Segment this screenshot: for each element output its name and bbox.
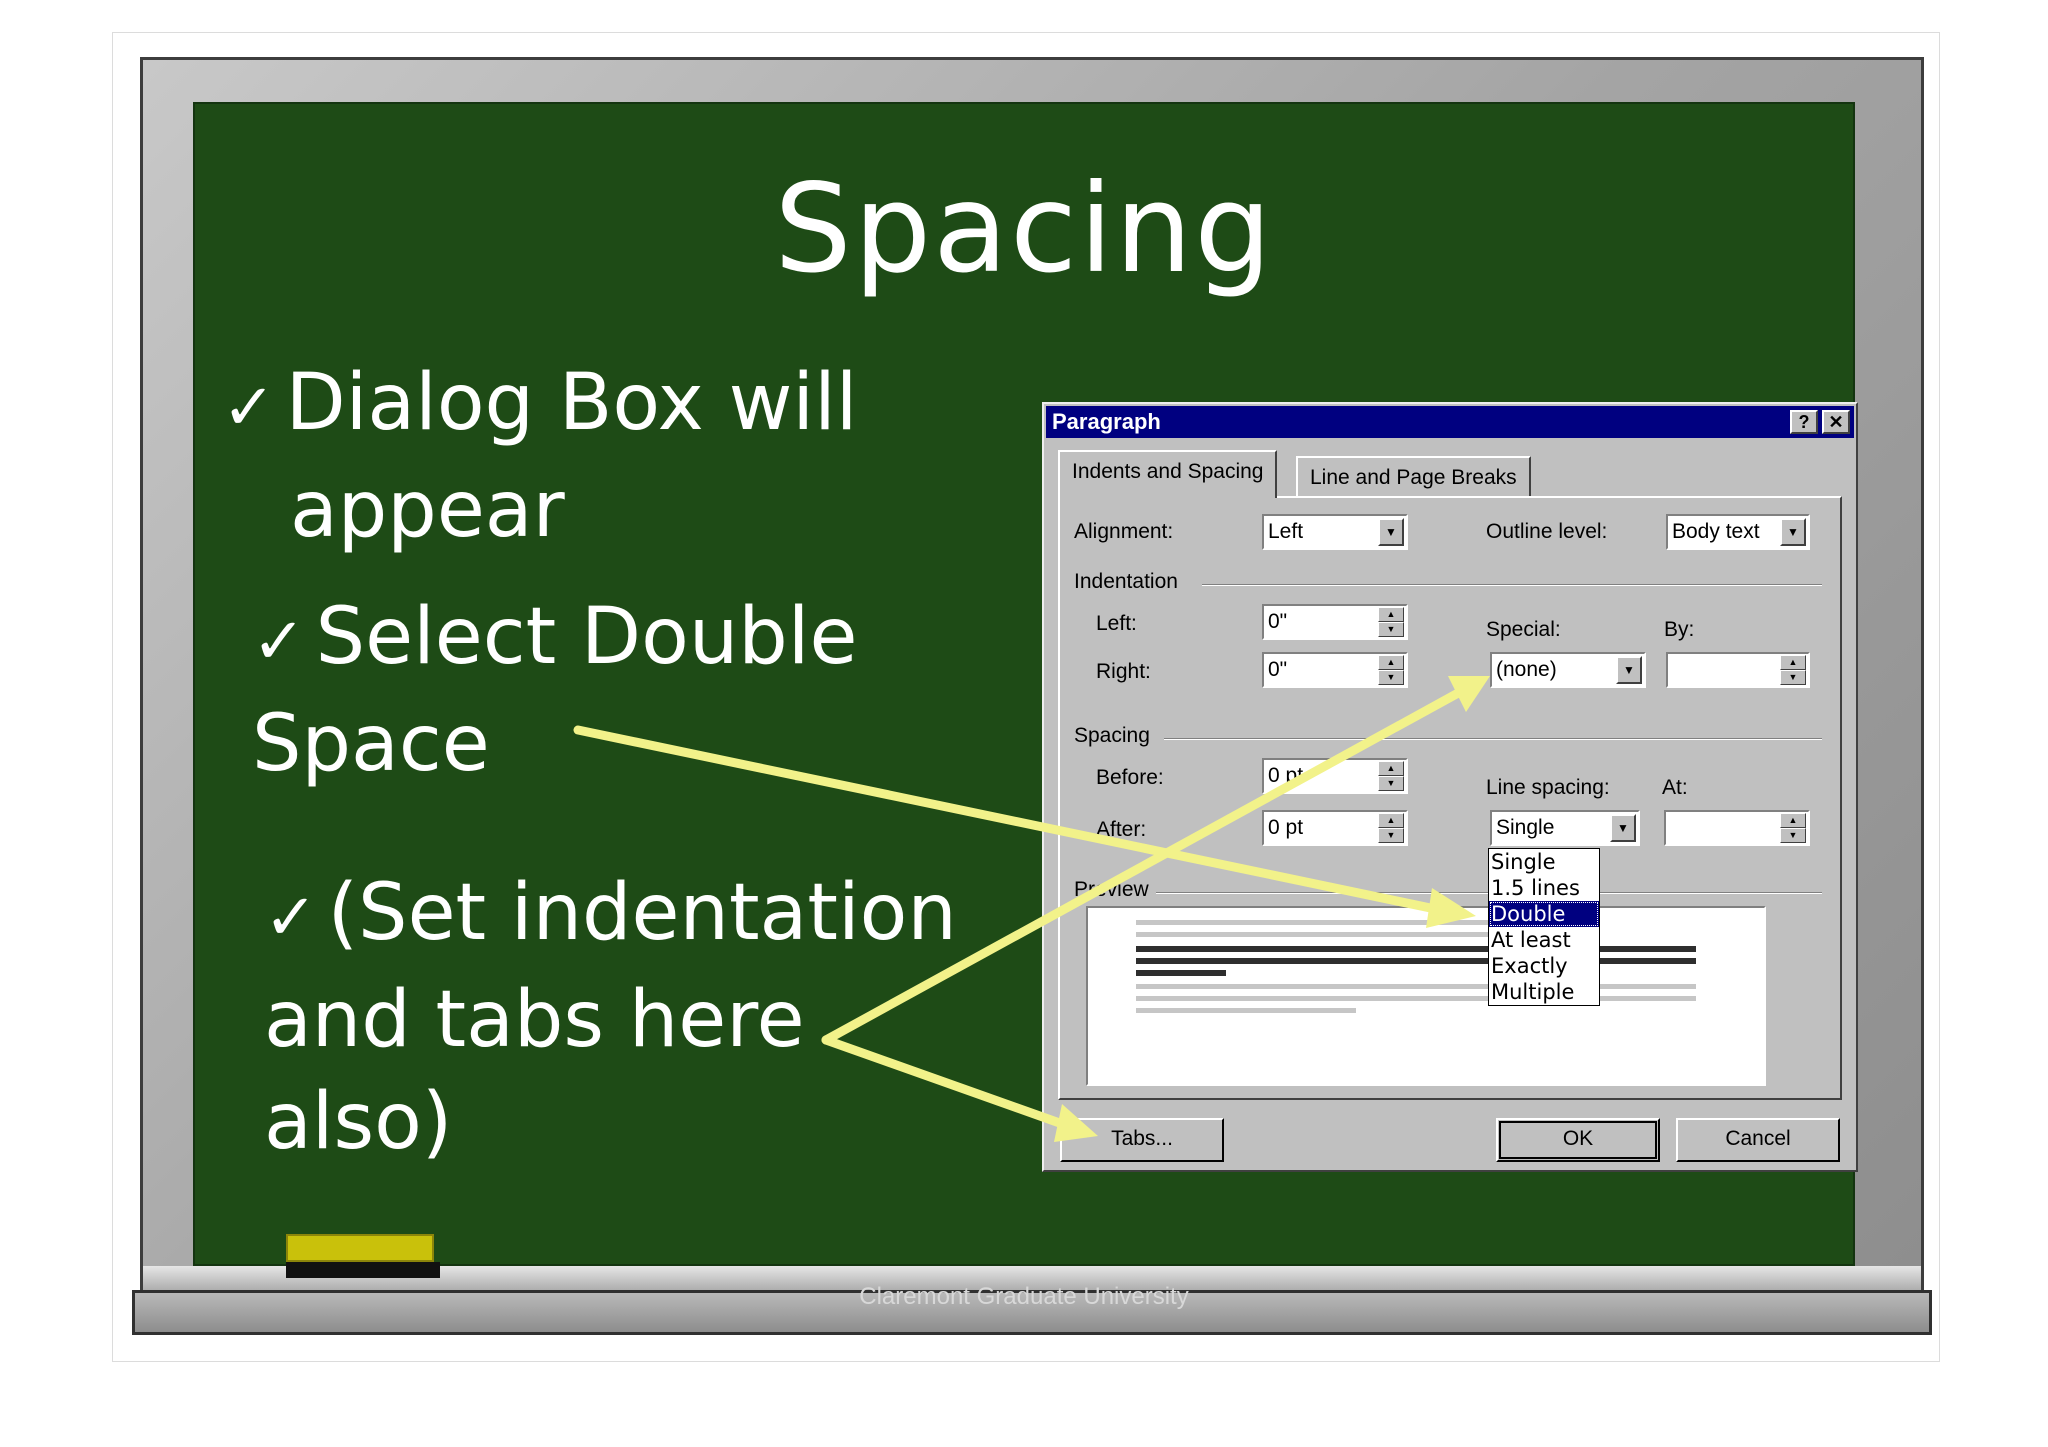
before-input[interactable]: 0 pt ▲ ▼ bbox=[1262, 758, 1408, 794]
by-spinner[interactable]: ▲ ▼ bbox=[1780, 655, 1806, 685]
after-input[interactable]: 0 pt ▲ ▼ bbox=[1262, 810, 1408, 846]
spin-up-icon[interactable]: ▲ bbox=[1378, 607, 1404, 622]
preview-text-line bbox=[1136, 984, 1696, 989]
checkmark-icon: ✓ bbox=[264, 881, 318, 955]
tabs-button[interactable]: Tabs... bbox=[1060, 1118, 1224, 1162]
bullet-line: Dialog Box will bbox=[285, 358, 858, 448]
indentation-group-label: Indentation bbox=[1074, 570, 1178, 593]
close-button[interactable]: ✕ bbox=[1822, 410, 1850, 434]
preview-text-line bbox=[1136, 996, 1696, 1001]
line-spacing-option-double[interactable]: Double bbox=[1489, 901, 1599, 927]
ok-button[interactable]: OK bbox=[1496, 1118, 1660, 1162]
preview-text-line bbox=[1136, 920, 1496, 925]
bullet-dialog-box: ✓ Dialog Box will appear bbox=[222, 352, 857, 561]
outline-level-select[interactable]: Body text ▼ bbox=[1666, 514, 1810, 550]
cancel-button[interactable]: Cancel bbox=[1676, 1118, 1840, 1162]
by-label: By: bbox=[1664, 618, 1695, 641]
bullet-line: and tabs here bbox=[264, 975, 805, 1065]
alignment-select[interactable]: Left ▼ bbox=[1262, 514, 1408, 550]
line-spacing-option-1-5-lines[interactable]: 1.5 lines bbox=[1489, 875, 1599, 901]
bullet-select-double: ✓ Select Double Space bbox=[252, 586, 857, 795]
eraser-icon bbox=[286, 1234, 434, 1262]
line-spacing-value: Single bbox=[1496, 816, 1555, 839]
spin-up-icon[interactable]: ▲ bbox=[1378, 813, 1404, 828]
eraser-base bbox=[286, 1262, 440, 1278]
special-value: (none) bbox=[1496, 658, 1557, 681]
before-value: 0 pt bbox=[1268, 764, 1304, 787]
checkmark-icon: ✓ bbox=[222, 371, 276, 445]
indent-right-value: 0" bbox=[1268, 658, 1288, 681]
preview-text-line bbox=[1136, 932, 1496, 937]
chevron-down-icon[interactable]: ▼ bbox=[1610, 814, 1636, 842]
line-spacing-dropdown-list[interactable]: Single 1.5 lines Double At least Exactly… bbox=[1488, 848, 1600, 1006]
spin-down-icon[interactable]: ▼ bbox=[1378, 622, 1404, 637]
spin-up-icon[interactable]: ▲ bbox=[1780, 813, 1806, 828]
spin-down-icon[interactable]: ▼ bbox=[1780, 828, 1806, 843]
paragraph-dialog: Paragraph ? ✕ Indents and Spacing Line a… bbox=[1042, 402, 1858, 1172]
dialog-title: Paragraph bbox=[1052, 409, 1161, 434]
at-label: At: bbox=[1662, 776, 1688, 799]
slide-title: Spacing bbox=[774, 158, 1274, 300]
line-spacing-select[interactable]: Single ▼ bbox=[1490, 810, 1640, 846]
chevron-down-icon[interactable]: ▼ bbox=[1780, 518, 1806, 546]
alignment-label: Alignment: bbox=[1074, 520, 1174, 543]
bullet-line: also) bbox=[264, 1077, 453, 1167]
dialog-titlebar[interactable]: Paragraph ? ✕ bbox=[1046, 406, 1854, 438]
spin-up-icon[interactable]: ▲ bbox=[1378, 655, 1404, 670]
group-divider bbox=[1164, 738, 1822, 740]
help-button[interactable]: ? bbox=[1790, 410, 1818, 434]
outline-level-value: Body text bbox=[1672, 520, 1760, 543]
spin-down-icon[interactable]: ▼ bbox=[1378, 776, 1404, 791]
spin-up-icon[interactable]: ▲ bbox=[1780, 655, 1806, 670]
indent-left-spinner[interactable]: ▲ ▼ bbox=[1378, 607, 1404, 637]
bullet-line: (Set indentation bbox=[327, 868, 957, 958]
at-spinner[interactable]: ▲ ▼ bbox=[1780, 813, 1806, 843]
outline-level-label: Outline level: bbox=[1486, 520, 1608, 543]
by-input[interactable]: ▲ ▼ bbox=[1666, 652, 1810, 688]
bullet-indentation: ✓ (Set indentation and tabs here also) bbox=[264, 862, 957, 1173]
tab-indents-and-spacing[interactable]: Indents and Spacing bbox=[1058, 450, 1278, 498]
chevron-down-icon[interactable]: ▼ bbox=[1616, 656, 1642, 684]
spin-down-icon[interactable]: ▼ bbox=[1378, 828, 1404, 843]
preview-label: Preview bbox=[1074, 878, 1149, 901]
before-label: Before: bbox=[1096, 766, 1164, 789]
after-label: After: bbox=[1096, 818, 1147, 841]
chevron-down-icon[interactable]: ▼ bbox=[1378, 518, 1404, 546]
footer-text: Claremont Graduate University bbox=[859, 1283, 1189, 1310]
special-select[interactable]: (none) ▼ bbox=[1490, 652, 1646, 688]
line-spacing-option-exactly[interactable]: Exactly bbox=[1489, 953, 1599, 979]
preview-text-line bbox=[1136, 946, 1696, 952]
preview-text-line bbox=[1136, 958, 1696, 964]
spin-down-icon[interactable]: ▼ bbox=[1378, 670, 1404, 685]
line-spacing-label: Line spacing: bbox=[1486, 776, 1610, 799]
line-spacing-option-multiple[interactable]: Multiple bbox=[1489, 979, 1599, 1005]
tab-line-and-page-breaks[interactable]: Line and Page Breaks bbox=[1296, 456, 1531, 498]
bullet-line: appear bbox=[290, 465, 565, 555]
alignment-value: Left bbox=[1268, 520, 1304, 543]
after-value: 0 pt bbox=[1268, 816, 1304, 839]
indent-right-input[interactable]: 0" ▲ ▼ bbox=[1262, 652, 1408, 688]
indent-left-input[interactable]: 0" ▲ ▼ bbox=[1262, 604, 1408, 640]
preview-box bbox=[1086, 906, 1766, 1086]
line-spacing-option-single[interactable]: Single bbox=[1489, 849, 1599, 875]
preview-text-line bbox=[1136, 970, 1226, 976]
checkmark-icon: ✓ bbox=[252, 605, 306, 679]
before-spinner[interactable]: ▲ ▼ bbox=[1378, 761, 1404, 791]
spacing-group-label: Spacing bbox=[1074, 724, 1150, 747]
indent-right-label: Right: bbox=[1096, 660, 1151, 683]
bullet-line: Space bbox=[252, 699, 490, 789]
after-spinner[interactable]: ▲ ▼ bbox=[1378, 813, 1404, 843]
spin-down-icon[interactable]: ▼ bbox=[1780, 670, 1806, 685]
at-input[interactable]: ▲ ▼ bbox=[1664, 810, 1810, 846]
bullet-line: Select Double bbox=[315, 592, 858, 682]
special-label: Special: bbox=[1486, 618, 1561, 641]
line-spacing-option-at-least[interactable]: At least bbox=[1489, 927, 1599, 953]
group-divider bbox=[1202, 584, 1822, 586]
indent-left-value: 0" bbox=[1268, 610, 1288, 633]
indent-right-spinner[interactable]: ▲ ▼ bbox=[1378, 655, 1404, 685]
indent-left-label: Left: bbox=[1096, 612, 1137, 635]
spin-up-icon[interactable]: ▲ bbox=[1378, 761, 1404, 776]
preview-text-line bbox=[1136, 1008, 1356, 1013]
